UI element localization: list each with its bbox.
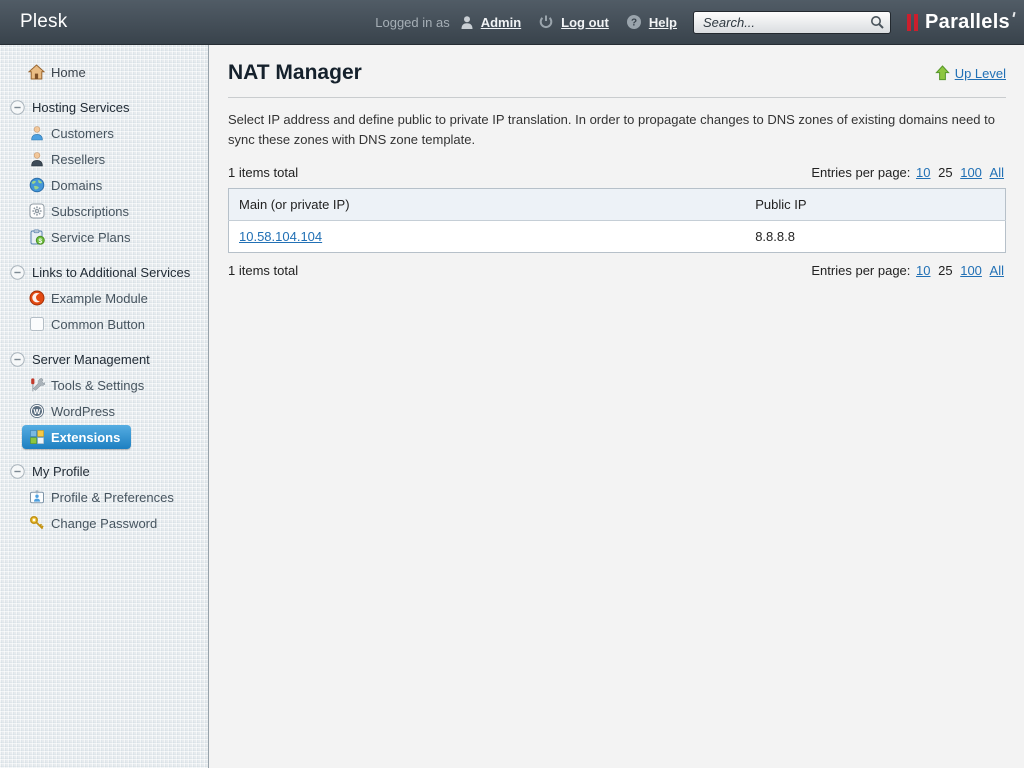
trademark-tick [1012, 11, 1015, 16]
entries-option-all[interactable]: All [990, 165, 1004, 180]
top-bar: Plesk Logged in as Admin Log out ? Help … [0, 0, 1024, 45]
main-content: NAT Manager Up Level Select IP address a… [210, 45, 1024, 768]
entries-per-page-bottom: Entries per page: 10 25 100 All [811, 263, 1006, 278]
items-total-top: 1 items total [228, 165, 298, 180]
sidebar-item-wordpress[interactable]: W WordPress [0, 398, 208, 424]
sidebar-group-hosting-services[interactable]: Hosting Services [0, 94, 208, 120]
sidebar-group-my-profile[interactable]: My Profile [0, 458, 208, 484]
profile-badge-icon [28, 489, 45, 505]
collapse-minus-icon [9, 464, 26, 479]
entries-option-100[interactable]: 100 [960, 165, 982, 180]
reseller-person-icon [28, 151, 45, 167]
sidebar-group-links-additional-services[interactable]: Links to Additional Services [0, 259, 208, 285]
wordpress-icon: W [28, 403, 45, 419]
page-title: NAT Manager [228, 61, 362, 85]
parallels-wordmark: Parallels [925, 11, 1010, 34]
app-logo: Plesk [20, 11, 67, 33]
sidebar-item-resellers[interactable]: Resellers [0, 146, 208, 172]
cell-private-ip: 10.58.104.104 [229, 221, 746, 253]
help-icon: ? [626, 14, 642, 30]
logged-in-as-label: Logged in as [375, 15, 449, 30]
collapse-minus-icon [9, 265, 26, 280]
up-level-label: Up Level [955, 66, 1006, 81]
column-header-private-ip: Main (or private IP) [229, 189, 746, 221]
sidebar-item-tools-settings[interactable]: Tools & Settings [0, 372, 208, 398]
entries-option-100[interactable]: 100 [960, 263, 982, 278]
list-controls-top: 1 items total Entries per page: 10 25 10… [228, 165, 1006, 180]
top-bar-right: Logged in as Admin Log out ? Help Parall… [375, 11, 1010, 34]
collapse-minus-icon [9, 100, 26, 115]
svg-text:W: W [33, 407, 41, 416]
gear-box-icon [28, 203, 45, 219]
sidebar-item-home[interactable]: Home [0, 59, 208, 85]
parallels-logo: Parallels [907, 11, 1010, 34]
table-header-row: Main (or private IP) Public IP [229, 189, 1006, 221]
private-ip-link[interactable]: 10.58.104.104 [239, 229, 322, 244]
globe-icon [28, 177, 45, 193]
extensions-blocks-icon [28, 429, 45, 445]
parallels-bars-icon [907, 14, 918, 31]
sidebar-item-profile-preferences[interactable]: Profile & Preferences [0, 484, 208, 510]
sidebar-item-service-plans[interactable]: $ Service Plans [0, 224, 208, 250]
power-icon [538, 14, 554, 30]
clipboard-dollar-icon: $ [28, 229, 45, 245]
module-circle-icon [28, 290, 45, 306]
title-row: NAT Manager Up Level [228, 61, 1006, 98]
entries-option-25-current: 25 [938, 165, 952, 180]
sidebar-item-extensions[interactable]: Extensions [22, 425, 131, 449]
admin-link[interactable]: Admin [481, 15, 521, 30]
column-header-public-ip: Public IP [745, 189, 1005, 221]
page-description: Select IP address and define public to p… [228, 110, 1006, 149]
sidebar-item-example-module[interactable]: Example Module [0, 285, 208, 311]
sidebar-item-domains[interactable]: Domains [0, 172, 208, 198]
help-link[interactable]: Help [649, 15, 677, 30]
sidebar-group-server-management[interactable]: Server Management [0, 346, 208, 372]
items-total-bottom: 1 items total [228, 263, 298, 278]
sidebar-item-subscriptions[interactable]: Subscriptions [0, 198, 208, 224]
cell-public-ip: 8.8.8.8 [745, 221, 1005, 253]
sidebar-nav: Home Hosting Services Customers Reseller… [0, 45, 209, 768]
logout-link[interactable]: Log out [561, 15, 609, 30]
search-box [693, 11, 891, 34]
entries-per-page-label: Entries per page: [811, 165, 910, 180]
sidebar-item-common-button[interactable]: Common Button [0, 311, 208, 337]
sidebar-item-customers[interactable]: Customers [0, 120, 208, 146]
sidebar-item-change-password[interactable]: Change Password [0, 510, 208, 536]
user-icon [460, 15, 474, 30]
entries-per-page-label: Entries per page: [811, 263, 910, 278]
collapse-minus-icon [9, 352, 26, 367]
up-arrow-icon [935, 65, 950, 81]
list-controls-bottom: 1 items total Entries per page: 10 25 10… [228, 263, 1006, 278]
entries-option-10[interactable]: 10 [916, 263, 930, 278]
nat-table: Main (or private IP) Public IP 10.58.104… [228, 188, 1006, 253]
search-input[interactable] [693, 11, 891, 34]
tools-icon [28, 377, 45, 393]
key-icon [28, 515, 45, 531]
search-icon[interactable] [870, 15, 885, 33]
up-level-link[interactable]: Up Level [935, 65, 1006, 81]
entries-option-10[interactable]: 10 [916, 165, 930, 180]
blank-button-icon [28, 316, 45, 332]
svg-text:?: ? [631, 18, 637, 29]
table-row: 10.58.104.104 8.8.8.8 [229, 221, 1006, 253]
svg-text:$: $ [38, 238, 42, 245]
entries-option-all[interactable]: All [990, 263, 1004, 278]
customer-person-icon [28, 125, 45, 141]
home-icon [28, 64, 45, 80]
entries-option-25-current: 25 [938, 263, 952, 278]
entries-per-page-top: Entries per page: 10 25 100 All [811, 165, 1006, 180]
